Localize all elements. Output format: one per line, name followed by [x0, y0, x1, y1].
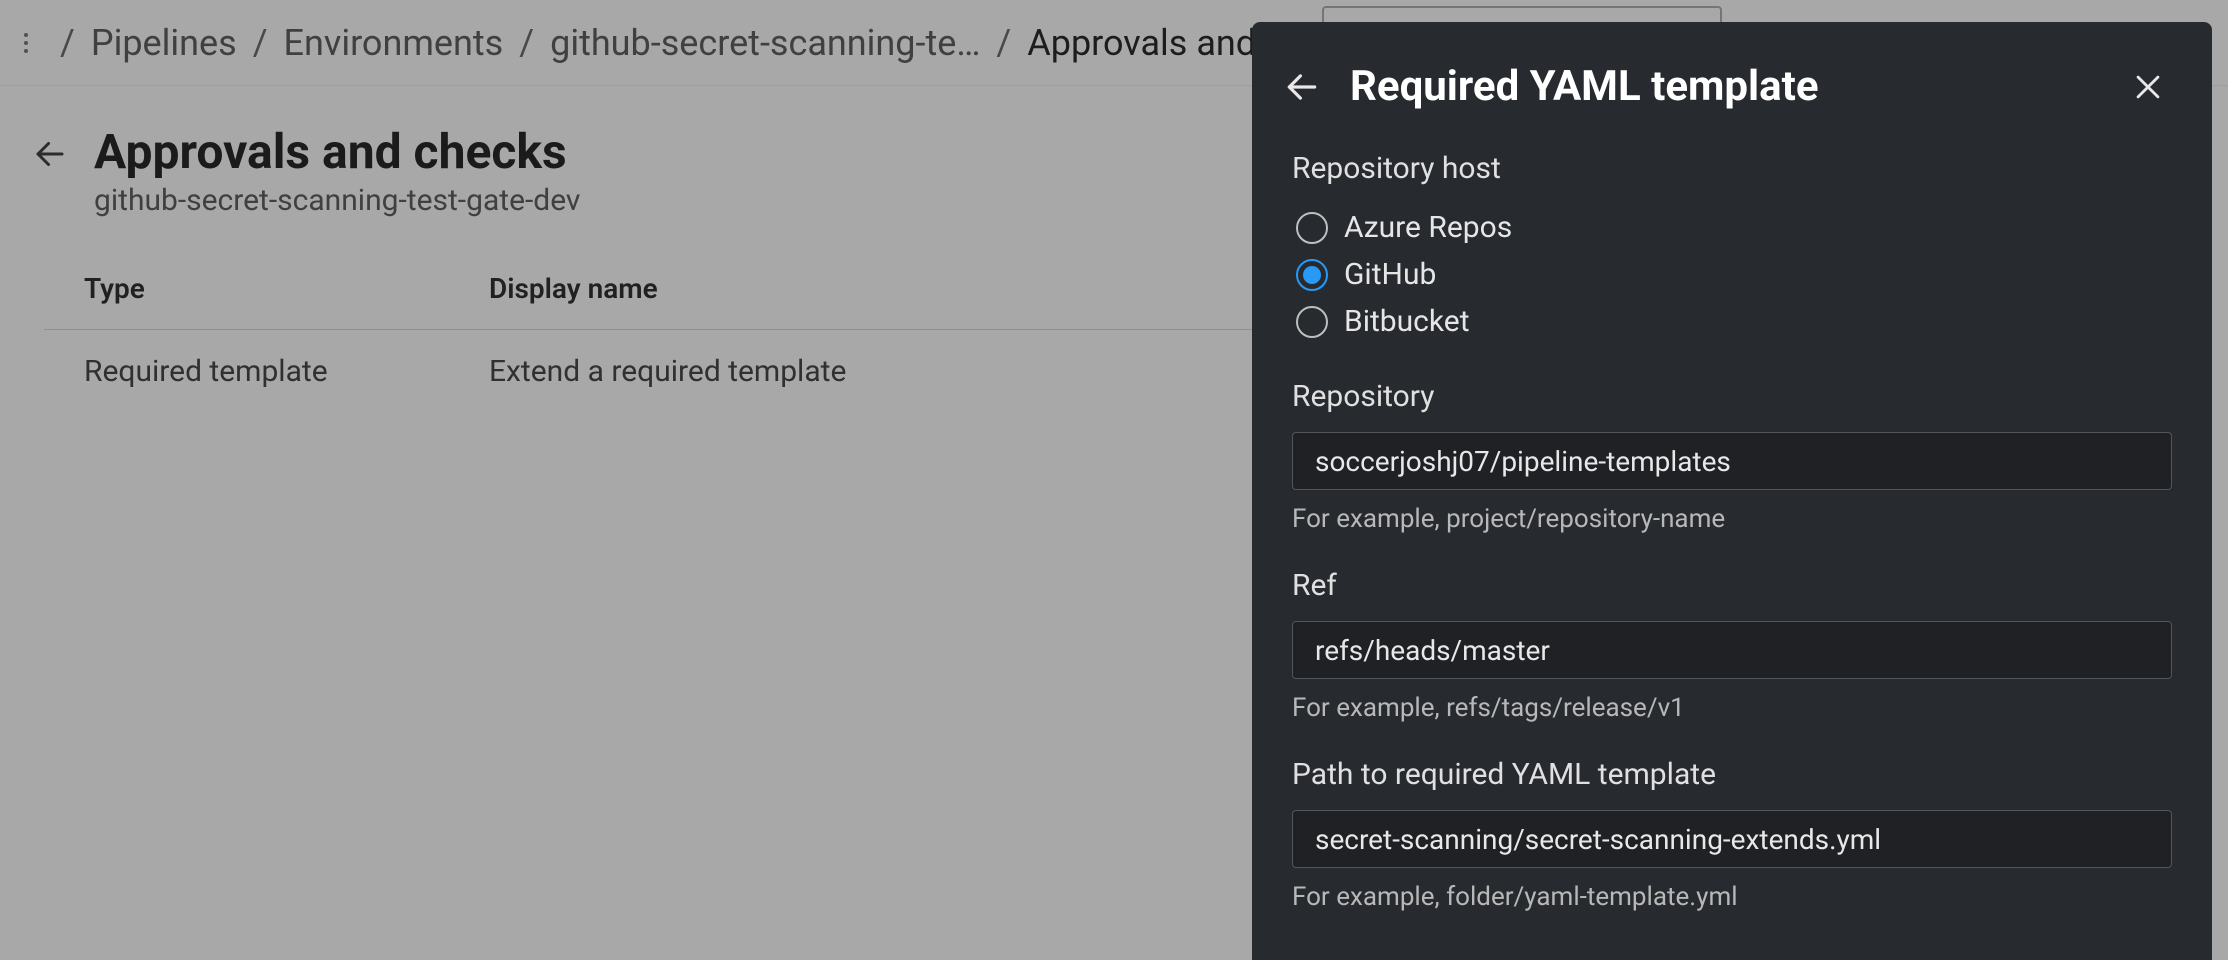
ref-hint: For example, refs/tags/release/v1: [1292, 693, 2172, 723]
repository-input[interactable]: [1292, 432, 2172, 490]
panel-back-button[interactable]: [1278, 63, 1326, 111]
path-label: Path to required YAML template: [1292, 757, 2172, 792]
radio-github[interactable]: GitHub: [1292, 251, 2172, 298]
repository-hint: For example, project/repository-name: [1292, 504, 2172, 534]
panel-title: Required YAML template: [1350, 62, 2100, 111]
panel-body: Repository host Azure Repos GitHub Bitbu…: [1252, 151, 2212, 912]
path-input[interactable]: [1292, 810, 2172, 868]
radio-icon: [1296, 212, 1328, 244]
close-icon: [2131, 70, 2165, 104]
ref-input[interactable]: [1292, 621, 2172, 679]
host-radio-group: Azure Repos GitHub Bitbucket: [1292, 204, 2172, 345]
ref-label: Ref: [1292, 568, 2172, 603]
host-label: Repository host: [1292, 151, 2172, 186]
radio-label: GitHub: [1344, 257, 1436, 292]
repository-label: Repository: [1292, 379, 2172, 414]
radio-label: Bitbucket: [1344, 304, 1470, 339]
path-hint: For example, folder/yaml-template.yml: [1292, 882, 2172, 912]
panel-close-button[interactable]: [2124, 63, 2172, 111]
arrow-left-icon: [1283, 68, 1321, 106]
required-template-panel: Required YAML template Repository host A…: [1252, 22, 2212, 960]
radio-label: Azure Repos: [1344, 210, 1512, 245]
panel-header: Required YAML template: [1252, 22, 2212, 147]
radio-bitbucket[interactable]: Bitbucket: [1292, 298, 2172, 345]
radio-icon: [1296, 306, 1328, 338]
radio-azure-repos[interactable]: Azure Repos: [1292, 204, 2172, 251]
radio-icon: [1296, 259, 1328, 291]
page-root: / Pipelines / Environments / github-secr…: [0, 0, 2228, 960]
